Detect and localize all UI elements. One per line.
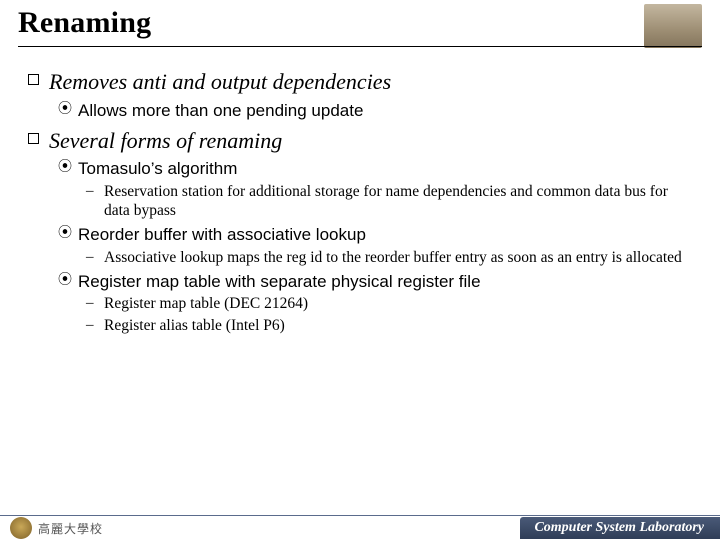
square-bullet-icon xyxy=(28,74,39,85)
bullet-level3: – Register alias table (Intel P6) xyxy=(86,316,692,335)
dash-bullet-icon: – xyxy=(86,316,100,335)
bullet-level2: ⦿ Register map table with separate physi… xyxy=(58,271,692,292)
bullet-level1: Several forms of renaming xyxy=(28,127,692,155)
bullet-text: Several forms of renaming xyxy=(49,127,282,155)
disc-bullet-icon: ⦿ xyxy=(58,100,72,120)
bullet-text: Register map table (DEC 21264) xyxy=(104,294,308,313)
bullet-text: Reservation station for additional stora… xyxy=(104,182,692,221)
disc-bullet-icon: ⦿ xyxy=(58,271,72,291)
title-underline xyxy=(18,46,702,47)
title-row: Renaming xyxy=(0,0,720,48)
footer-left-text: 高麗大學校 xyxy=(38,520,103,537)
disc-bullet-icon: ⦿ xyxy=(58,224,72,244)
bullet-level2: ⦿ Reorder buffer with associative lookup xyxy=(58,224,692,245)
bullet-text: Register map table with separate physica… xyxy=(78,271,481,292)
bullet-level1: Removes anti and output dependencies xyxy=(28,68,692,96)
bullet-level3: – Associative lookup maps the reg id to … xyxy=(86,248,692,267)
footer: 高麗大學校 Computer System Laboratory xyxy=(0,516,720,540)
disc-bullet-icon: ⦿ xyxy=(58,158,72,178)
bullet-text: Register alias table (Intel P6) xyxy=(104,316,285,335)
dash-bullet-icon: – xyxy=(86,182,100,201)
bullet-text: Reorder buffer with associative lookup xyxy=(78,224,366,245)
bullet-text: Tomasulo’s algorithm xyxy=(78,158,237,179)
footer-right-label: Computer System Laboratory xyxy=(520,517,720,539)
footer-left: 高麗大學校 xyxy=(0,517,103,539)
bullet-level3: – Register map table (DEC 21264) xyxy=(86,294,692,313)
slide-title: Renaming xyxy=(18,6,636,40)
dash-bullet-icon: – xyxy=(86,248,100,267)
slide-body: Removes anti and output dependencies ⦿ A… xyxy=(0,48,720,335)
building-photo xyxy=(644,4,702,48)
bullet-text: Allows more than one pending update xyxy=(78,100,363,121)
bullet-level2: ⦿ Tomasulo’s algorithm xyxy=(58,158,692,179)
dash-bullet-icon: – xyxy=(86,294,100,313)
university-crest-icon xyxy=(10,517,32,539)
bullet-text: Removes anti and output dependencies xyxy=(49,68,391,96)
slide: Renaming Removes anti and output depende… xyxy=(0,0,720,540)
bullet-text: Associative lookup maps the reg id to th… xyxy=(104,248,682,267)
bullet-level2: ⦿ Allows more than one pending update xyxy=(58,100,692,121)
square-bullet-icon xyxy=(28,133,39,144)
bullet-level3: – Reservation station for additional sto… xyxy=(86,182,692,221)
